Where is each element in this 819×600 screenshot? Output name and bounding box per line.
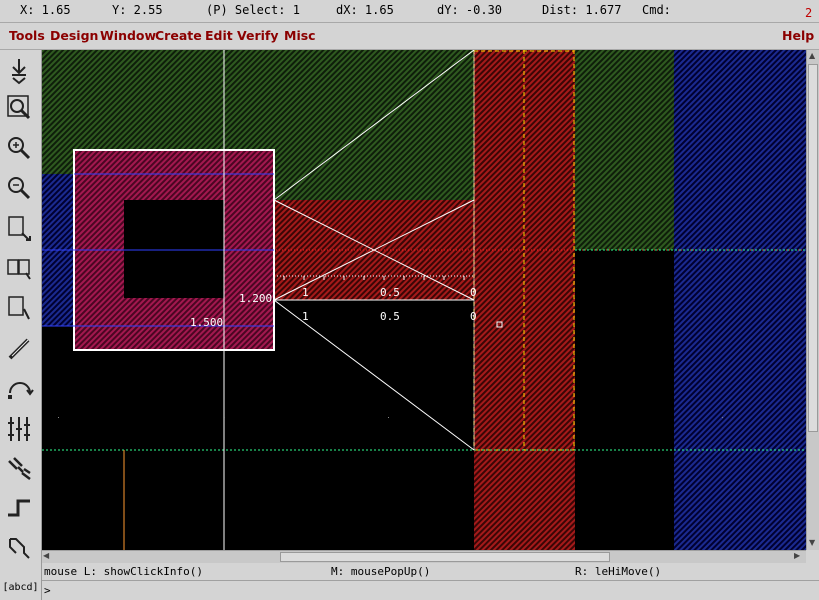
delta-x-readout: dX: 1.65 — [336, 3, 394, 17]
copy-icon[interactable] — [3, 252, 36, 285]
ruler-icon[interactable] — [3, 412, 36, 445]
select-count: (P) Select: 1 — [206, 3, 300, 17]
mouse-binding-bar: mouse L: showClickInfo() M: mousePopUp()… — [42, 564, 819, 580]
stretch-icon[interactable] — [3, 212, 36, 245]
split-icon[interactable] — [3, 452, 36, 485]
fit-view-icon[interactable] — [3, 54, 36, 87]
ruler-label-1-lower: 1 — [302, 310, 309, 323]
menu-verify[interactable]: Verify — [237, 28, 279, 43]
ruler-label-05: 0.5 — [380, 286, 400, 299]
mouse-left-binding: mouse L: showClickInfo() — [44, 565, 203, 578]
cmd-readout: Cmd: — [642, 3, 671, 17]
ruler-label-0: 0 — [470, 286, 477, 299]
zoom-in-icon[interactable] — [3, 132, 36, 165]
tool-palette — [0, 50, 42, 600]
blue-layer-shape-right — [674, 50, 806, 550]
text-mode-button[interactable]: [abcd] — [2, 578, 39, 598]
red-layer-column — [474, 50, 575, 550]
layout-canvas[interactable]: 1.200 1.500 1 0.5 0 1 0.5 0 — [42, 50, 806, 550]
scroll-down-icon[interactable]: ▼ — [809, 538, 815, 548]
vertical-scroll-thumb[interactable] — [808, 64, 818, 432]
menu-design[interactable]: Design — [50, 28, 98, 43]
ruler-label-1200: 1.200 — [239, 292, 272, 305]
mouse-right-binding: R: leHiMove() — [575, 565, 662, 578]
vertical-scrollbar[interactable]: ▲ ▼ — [806, 50, 819, 550]
menu-tools[interactable]: Tools — [9, 28, 45, 43]
horizontal-scrollbar[interactable]: ◀ ▶ — [42, 550, 806, 563]
menu-window[interactable]: Window — [100, 28, 156, 43]
delta-y-readout: dY: -0.30 — [437, 3, 503, 17]
cursor-x-readout: X: 1.65 — [20, 3, 71, 17]
layout-drawing: 1.200 1.500 1 0.5 0 1 0.5 0 — [42, 50, 806, 550]
polygon-icon[interactable] — [3, 532, 36, 565]
scroll-left-icon[interactable]: ◀ — [43, 551, 49, 561]
status-bar: X: 1.65 Y: 2.55 (P) Select: 1 dX: 1.65 d… — [0, 0, 819, 23]
command-line[interactable]: > — [42, 580, 819, 600]
path-icon[interactable] — [3, 492, 36, 525]
distance-readout: Dist: 1.677 — [542, 3, 622, 17]
mouse-middle-binding: M: mousePopUp() — [331, 565, 431, 578]
menu-misc[interactable]: Misc — [284, 28, 316, 43]
move-icon[interactable] — [3, 292, 36, 325]
contact-cutout — [124, 200, 224, 298]
menu-edit[interactable]: Edit — [205, 28, 233, 43]
menu-help[interactable]: Help — [782, 28, 814, 43]
cursor-y-readout: Y: 2.55 — [112, 3, 163, 17]
zoom-area-icon[interactable] — [3, 92, 36, 125]
menu-bar: Tools Design Window Create Edit Verify M… — [0, 23, 819, 50]
ruler-label-1: 1 — [302, 286, 309, 299]
ruler-label-0-lower: 0 — [470, 310, 477, 323]
scroll-up-icon[interactable]: ▲ — [809, 51, 815, 61]
green-layer-shape-right — [575, 50, 674, 250]
ruler-label-1500: 1.500 — [190, 316, 223, 329]
horizontal-scroll-thumb[interactable] — [280, 552, 610, 562]
grid-dots — [58, 417, 723, 418]
zoom-out-icon[interactable] — [3, 172, 36, 205]
ruler-label-05-lower: 0.5 — [380, 310, 400, 323]
command-prompt: > — [44, 584, 51, 597]
probe-icon[interactable] — [3, 332, 36, 365]
menu-create[interactable]: Create — [155, 28, 202, 43]
window-number: 2 — [805, 6, 813, 20]
scroll-right-icon[interactable]: ▶ — [794, 551, 800, 561]
rotate-icon[interactable] — [3, 372, 36, 405]
